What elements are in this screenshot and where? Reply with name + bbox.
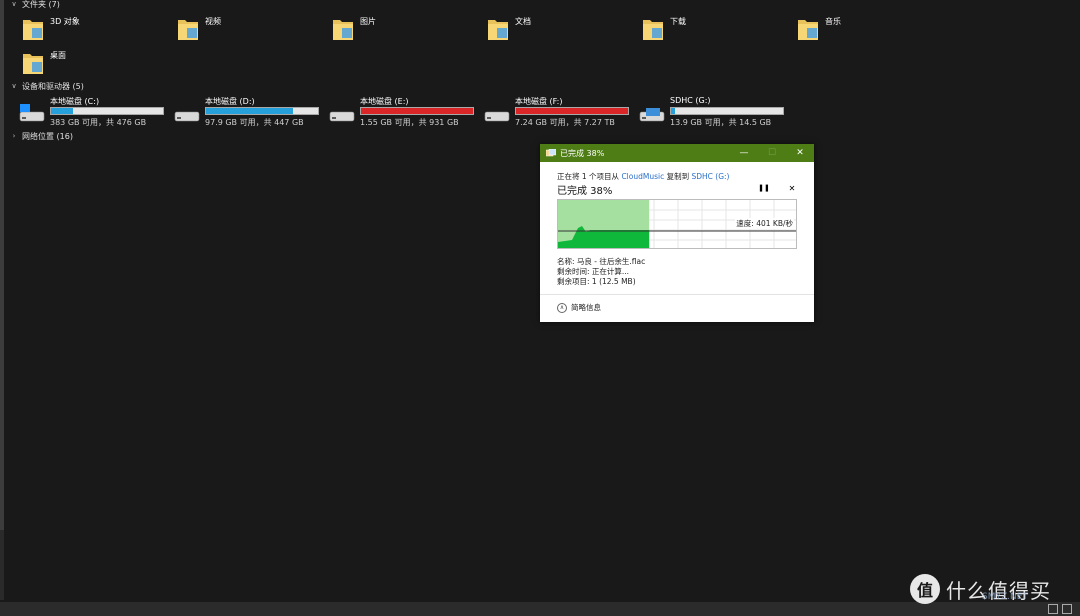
pause-button[interactable]: ❚❚ (758, 184, 770, 194)
drive-usage-fill (516, 108, 628, 114)
percent-complete: 已完成 38% (557, 186, 613, 197)
details-view-icon[interactable] (1048, 604, 1058, 614)
watermark-sub: SMYZ.NET (982, 592, 1028, 602)
network-section-header[interactable]: › 网络位置 (16) (10, 130, 73, 142)
drive-usage-bar (205, 107, 319, 115)
folder-item[interactable]: 3D 对象 (22, 14, 172, 46)
speed-label: 速度: 401 KB/秒 (735, 218, 794, 229)
folder-label: 音乐 (825, 17, 841, 26)
copy-description: 正在将 1 个项目从 CloudMusic 复制到 SDHC (G:) (557, 171, 729, 182)
chevron-down-icon: ∨ (11, 82, 17, 90)
drive-item[interactable]: SDHC (G:) 13.9 GB 可用，共 14.5 GB (638, 96, 788, 128)
drive-name: 本地磁盘 (D:) (205, 97, 255, 106)
folder-label: 3D 对象 (50, 17, 80, 26)
desktop-folder-icon (23, 54, 43, 74)
folder-label: 图片 (360, 17, 376, 26)
watermark-logo: 值 (910, 574, 940, 604)
drive-item[interactable]: 本地磁盘 (E:) 1.55 GB 可用，共 931 GB (328, 97, 478, 128)
watermark: 值 什么值得买 (910, 574, 1051, 604)
folder-item[interactable]: 视频 (177, 14, 327, 46)
status-bar (0, 602, 1080, 616)
copy-middle: 复制到 (664, 172, 692, 181)
drive-usage-fill (51, 108, 73, 114)
minimize-button[interactable]: — (730, 144, 758, 162)
videos-folder-icon (178, 20, 198, 40)
scrollbar-thumb[interactable] (0, 0, 4, 530)
drive-usage-fill (361, 108, 473, 114)
fewer-details-button[interactable]: ∧ 简略信息 (557, 302, 601, 313)
destination-link[interactable]: SDHC (G:) (691, 172, 729, 181)
items-remaining: 剩余项目: 1 (12.5 MB) (557, 277, 636, 286)
chevron-up-icon: ∧ (557, 302, 567, 313)
drive-usage-fill (671, 108, 676, 114)
drive-item[interactable]: 本地磁盘 (F:) 7.24 GB 可用，共 7.27 TB (483, 97, 633, 128)
network-section-label: 网络位置 (16) (22, 131, 73, 141)
folder-label: 桌面 (50, 51, 66, 60)
folders-section-header[interactable]: ∨ 文件夹 (7) (10, 0, 60, 10)
drive-item[interactable]: 本地磁盘 (D:) 97.9 GB 可用，共 447 GB (173, 97, 323, 128)
folder-item[interactable]: 文档 (487, 14, 637, 46)
music-folder-icon (798, 20, 818, 40)
drive-usage-bar (515, 107, 629, 115)
dialog-title: 已完成 38% (560, 148, 605, 158)
chevron-right-icon: › (12, 132, 16, 140)
drive-name: 本地磁盘 (C:) (50, 97, 100, 106)
left-scrollbar[interactable] (0, 0, 4, 600)
folder-label: 视频 (205, 17, 221, 26)
copy-icon (546, 149, 556, 157)
network-drive-icon (484, 111, 510, 122)
hard-drive-icon (174, 111, 200, 122)
folder-label: 文档 (515, 17, 531, 26)
drive-name: 本地磁盘 (F:) (515, 97, 563, 106)
folder-item[interactable]: 桌面 (22, 48, 172, 80)
hard-drive-icon (329, 111, 355, 122)
copy-progress-dialog: 已完成 38% — ☐ ✕ 正在将 1 个项目从 CloudMusic 复制到 … (540, 144, 814, 322)
source-link[interactable]: CloudMusic (621, 172, 664, 181)
folder-item[interactable]: 图片 (332, 14, 482, 46)
folder-item[interactable]: 下载 (642, 14, 792, 46)
folder-label: 下载 (670, 17, 686, 26)
drives-section-header[interactable]: ∨ 设备和驱动器 (5) (10, 80, 84, 92)
drive-item[interactable]: 本地磁盘 (C:) 383 GB 可用，共 476 GB (18, 97, 168, 128)
sd-card-drive-icon (639, 108, 665, 122)
folder-item[interactable]: 音乐 (797, 14, 947, 46)
downloads-folder-icon (643, 20, 663, 40)
drive-name: SDHC (G:) (670, 96, 711, 105)
copy-prefix: 正在将 1 个项目从 (557, 172, 622, 181)
cancel-button[interactable]: ✕ (786, 184, 798, 194)
drive-usage-bar (360, 107, 474, 115)
drive-space-info: 97.9 GB 可用，共 447 GB (205, 118, 304, 127)
dialog-divider (540, 294, 814, 295)
details-label: 简略信息 (571, 303, 601, 312)
large-icons-view-icon[interactable] (1062, 604, 1072, 614)
drive-space-info: 383 GB 可用，共 476 GB (50, 118, 147, 127)
maximize-button[interactable]: ☐ (758, 144, 786, 162)
drive-usage-fill (206, 108, 294, 114)
pictures-folder-icon (333, 20, 353, 40)
windows-drive-icon (19, 104, 45, 122)
drive-space-info: 13.9 GB 可用，共 14.5 GB (670, 118, 772, 127)
drive-usage-bar (670, 107, 784, 115)
drive-usage-bar (50, 107, 164, 115)
3d-objects-folder-icon (23, 20, 43, 40)
drive-space-info: 1.55 GB 可用，共 931 GB (360, 118, 459, 127)
transfer-speed-graph: 速度: 401 KB/秒 (557, 199, 797, 249)
drive-name: 本地磁盘 (E:) (360, 97, 409, 106)
close-button[interactable]: ✕ (786, 144, 814, 162)
folders-section-label: 文件夹 (7) (22, 0, 60, 9)
drive-space-info: 7.24 GB 可用，共 7.27 TB (515, 118, 615, 127)
dialog-titlebar[interactable]: 已完成 38% — ☐ ✕ (540, 144, 814, 162)
documents-folder-icon (488, 20, 508, 40)
chevron-down-icon: ∨ (11, 0, 17, 8)
drives-section-label: 设备和驱动器 (5) (22, 81, 84, 91)
